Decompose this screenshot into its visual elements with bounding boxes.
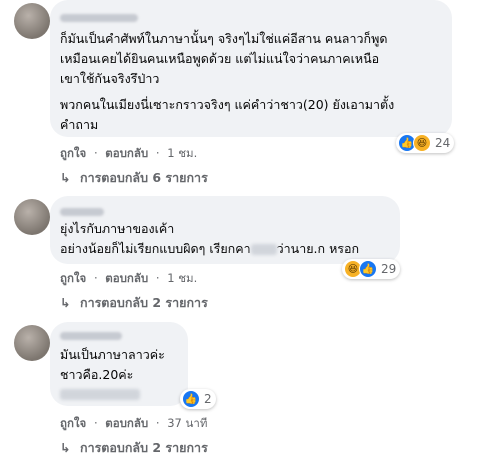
separator: · [155, 271, 160, 285]
separator: · [155, 416, 160, 430]
comment-text-line: คำถาม [60, 117, 99, 132]
reply-arrow-icon: ↳ [60, 295, 71, 310]
reply-arrow-icon: ↳ [60, 440, 71, 455]
like-button[interactable]: ถูกใจ [60, 271, 86, 285]
like-button[interactable]: ถูกใจ [60, 416, 86, 430]
like-button[interactable]: ถูกใจ [60, 146, 86, 160]
redacted-text [250, 244, 277, 255]
like-icon: 👍 [182, 390, 200, 408]
comment-text-line: ชาวคือ.20ค่ะ [60, 367, 134, 382]
reaction-count: 24 [435, 136, 451, 150]
reply-button[interactable]: ตอบกลับ [105, 146, 148, 160]
view-replies-button[interactable]: ↳ การตอบกลับ 2 รายการ [60, 438, 208, 458]
author-name-blurred[interactable] [60, 332, 122, 340]
comment-text-line: เขาใช้กันจริงรึป่าว [60, 71, 160, 86]
comment-bubble: ก็มันเป็นคำศัพท์ในภาษานั้นๆ จริงๆไม่ใช่แ… [50, 0, 452, 137]
author-name-blurred[interactable] [60, 14, 138, 22]
comment-actions: ถูกใจ · ตอบกลับ · 37 นาที [60, 415, 211, 433]
comment-bubble: ยุ่งไรกับภาษาของเค้า อย่างน้อยก็ไม่เรียก… [50, 196, 400, 264]
reply-button[interactable]: ตอบกลับ [105, 271, 148, 285]
timestamp[interactable]: 1 ชม. [167, 271, 197, 285]
comment-1: ก็มันเป็นคำศัพท์ในภาษานั้นๆ จริงๆไม่ใช่แ… [0, 0, 486, 190]
comment-text-line: ยุ่งไรกับภาษาของเค้า [60, 221, 175, 236]
comment-text-line: เหมือนเคยได้ยินคนเหนือพูดด้วย แต่ไม่แน่ใ… [60, 51, 380, 66]
reply-arrow-icon: ↳ [60, 170, 71, 185]
haha-icon: 😆 [413, 134, 431, 152]
reaction-count: 29 [381, 262, 397, 276]
redacted-text [60, 389, 140, 400]
reaction-summary[interactable]: 😆 👍 29 [342, 259, 401, 279]
comment-actions: ถูกใจ · ตอบกลับ · 1 ชม. [60, 270, 201, 288]
reaction-count: 2 [204, 392, 212, 406]
comment-text-line: ก็มันเป็นคำศัพท์ในภาษานั้นๆ จริงๆไม่ใช่แ… [60, 31, 388, 46]
like-icon: 👍 [359, 260, 377, 278]
reply-button[interactable]: ตอบกลับ [105, 416, 148, 430]
avatar[interactable] [14, 325, 50, 361]
comment-2: ยุ่งไรกับภาษาของเค้า อย่างน้อยก็ไม่เรียก… [0, 196, 486, 316]
view-replies-button[interactable]: ↳ การตอบกลับ 6 รายการ [60, 168, 208, 188]
view-replies-button[interactable]: ↳ การตอบกลับ 2 รายการ [60, 293, 208, 313]
view-replies-label: การตอบกลับ 6 รายการ [80, 170, 208, 185]
comment-text-line: อย่างน้อยก็ไม่เรียกแบบผิดๆ เรียกคา ว่านาย… [60, 241, 359, 257]
view-replies-label: การตอบกลับ 2 รายการ [80, 295, 208, 310]
reaction-summary[interactable]: 👍 2 [180, 389, 216, 409]
comment-text-fragment: ว่านาย.ก หรอก [276, 241, 360, 256]
comment-text-fragment: อย่างน้อยก็ไม่เรียกแบบผิดๆ เรียกคา [60, 241, 251, 256]
author-name-blurred[interactable] [60, 208, 104, 216]
timestamp[interactable]: 37 นาที [167, 416, 207, 430]
comment-text-line: มันเป็นภาษาลาวค่ะ [60, 347, 165, 362]
separator: · [93, 146, 98, 160]
comment-bubble: มันเป็นภาษาลาวค่ะ ชาวคือ.20ค่ะ [50, 322, 188, 406]
separator: · [93, 416, 98, 430]
comment-text-line: พวกคนในเมียงนี่เซาะกราวจริงๆ แค่คำว่าชาว… [60, 97, 395, 112]
separator: · [93, 271, 98, 285]
avatar[interactable] [14, 3, 50, 39]
timestamp[interactable]: 1 ชม. [167, 146, 197, 160]
avatar[interactable] [14, 199, 50, 235]
separator: · [155, 146, 160, 160]
view-replies-label: การตอบกลับ 2 รายการ [80, 440, 208, 455]
comment-3: มันเป็นภาษาลาวค่ะ ชาวคือ.20ค่ะ 👍 2 ถูกใจ… [0, 322, 486, 462]
reaction-summary[interactable]: 👍 😆 24 [396, 133, 455, 153]
comment-actions: ถูกใจ · ตอบกลับ · 1 ชม. [60, 145, 201, 163]
